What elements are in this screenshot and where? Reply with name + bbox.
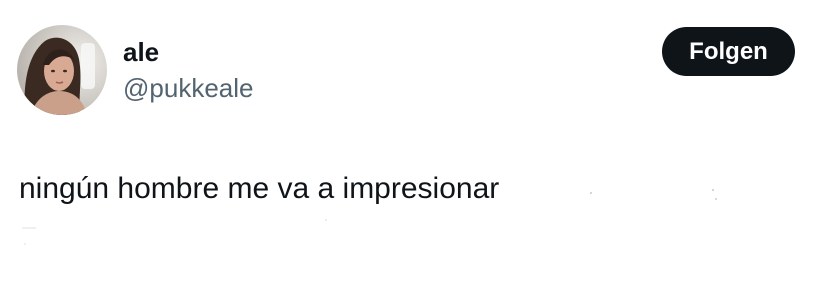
tweet-card: ale @pukkeale Folgen ningún hombre me va… bbox=[0, 0, 826, 286]
erased-text-artifacts bbox=[22, 189, 717, 245]
